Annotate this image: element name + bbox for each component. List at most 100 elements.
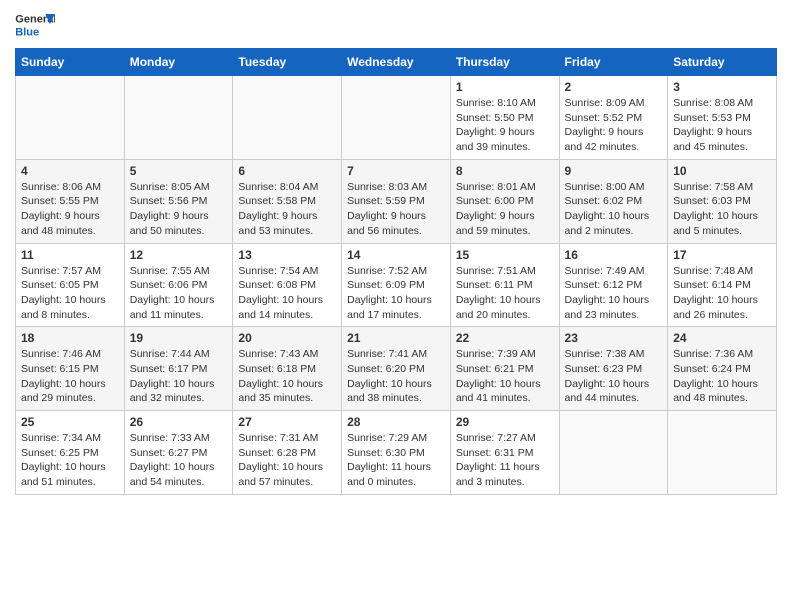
day-number: 12: [130, 248, 228, 262]
day-cell: 5 Sunrise: 8:05 AMSunset: 5:56 PMDaylight…: [124, 159, 233, 243]
day-info: Sunrise: 8:06 AMSunset: 5:55 PMDaylight:…: [21, 180, 119, 239]
day-number: 26: [130, 415, 228, 429]
day-number: 13: [238, 248, 336, 262]
day-number: 28: [347, 415, 445, 429]
day-info: Sunrise: 7:58 AMSunset: 6:03 PMDaylight:…: [673, 180, 771, 239]
day-cell: [559, 411, 668, 495]
day-number: 18: [21, 331, 119, 345]
day-info: Sunrise: 7:44 AMSunset: 6:17 PMDaylight:…: [130, 347, 228, 406]
day-number: 3: [673, 80, 771, 94]
week-row-5: 25 Sunrise: 7:34 AMSunset: 6:25 PMDayligh…: [16, 411, 777, 495]
day-info: Sunrise: 7:48 AMSunset: 6:14 PMDaylight:…: [673, 264, 771, 323]
day-cell: [16, 76, 125, 160]
header-saturday: Saturday: [668, 49, 777, 76]
day-info: Sunrise: 7:54 AMSunset: 6:08 PMDaylight:…: [238, 264, 336, 323]
day-cell: [342, 76, 451, 160]
day-info: Sunrise: 7:51 AMSunset: 6:11 PMDaylight:…: [456, 264, 554, 323]
day-cell: 25 Sunrise: 7:34 AMSunset: 6:25 PMDayligh…: [16, 411, 125, 495]
day-info: Sunrise: 7:41 AMSunset: 6:20 PMDaylight:…: [347, 347, 445, 406]
day-cell: 20 Sunrise: 7:43 AMSunset: 6:18 PMDayligh…: [233, 327, 342, 411]
header-tuesday: Tuesday: [233, 49, 342, 76]
day-number: 29: [456, 415, 554, 429]
day-number: 25: [21, 415, 119, 429]
day-cell: 3 Sunrise: 8:08 AMSunset: 5:53 PMDaylight…: [668, 76, 777, 160]
day-number: 24: [673, 331, 771, 345]
day-info: Sunrise: 7:57 AMSunset: 6:05 PMDaylight:…: [21, 264, 119, 323]
day-cell: 14 Sunrise: 7:52 AMSunset: 6:09 PMDayligh…: [342, 243, 451, 327]
week-row-2: 4 Sunrise: 8:06 AMSunset: 5:55 PMDaylight…: [16, 159, 777, 243]
day-number: 27: [238, 415, 336, 429]
day-info: Sunrise: 7:29 AMSunset: 6:30 PMDaylight:…: [347, 431, 445, 490]
header-monday: Monday: [124, 49, 233, 76]
day-number: 10: [673, 164, 771, 178]
day-info: Sunrise: 8:00 AMSunset: 6:02 PMDaylight:…: [565, 180, 663, 239]
header-thursday: Thursday: [450, 49, 559, 76]
day-number: 5: [130, 164, 228, 178]
header-wednesday: Wednesday: [342, 49, 451, 76]
header-friday: Friday: [559, 49, 668, 76]
day-info: Sunrise: 7:46 AMSunset: 6:15 PMDaylight:…: [21, 347, 119, 406]
day-number: 17: [673, 248, 771, 262]
day-number: 4: [21, 164, 119, 178]
day-info: Sunrise: 8:10 AMSunset: 5:50 PMDaylight:…: [456, 96, 554, 155]
week-row-4: 18 Sunrise: 7:46 AMSunset: 6:15 PMDayligh…: [16, 327, 777, 411]
day-number: 7: [347, 164, 445, 178]
day-cell: 4 Sunrise: 8:06 AMSunset: 5:55 PMDaylight…: [16, 159, 125, 243]
day-info: Sunrise: 7:52 AMSunset: 6:09 PMDaylight:…: [347, 264, 445, 323]
day-cell: [233, 76, 342, 160]
day-cell: 9 Sunrise: 8:00 AMSunset: 6:02 PMDaylight…: [559, 159, 668, 243]
day-info: Sunrise: 8:04 AMSunset: 5:58 PMDaylight:…: [238, 180, 336, 239]
day-cell: 10 Sunrise: 7:58 AMSunset: 6:03 PMDayligh…: [668, 159, 777, 243]
day-info: Sunrise: 8:09 AMSunset: 5:52 PMDaylight:…: [565, 96, 663, 155]
day-info: Sunrise: 7:39 AMSunset: 6:21 PMDaylight:…: [456, 347, 554, 406]
day-cell: 15Sunrise: 7:51 AMSunset: 6:11 PMDayligh…: [450, 243, 559, 327]
day-info: Sunrise: 8:05 AMSunset: 5:56 PMDaylight:…: [130, 180, 228, 239]
day-cell: 19 Sunrise: 7:44 AMSunset: 6:17 PMDayligh…: [124, 327, 233, 411]
day-cell: 18 Sunrise: 7:46 AMSunset: 6:15 PMDayligh…: [16, 327, 125, 411]
day-info: Sunrise: 7:49 AMSunset: 6:12 PMDaylight:…: [565, 264, 663, 323]
day-cell: 23 Sunrise: 7:38 AMSunset: 6:23 PMDayligh…: [559, 327, 668, 411]
day-info: Sunrise: 7:34 AMSunset: 6:25 PMDaylight:…: [21, 431, 119, 490]
day-cell: [124, 76, 233, 160]
day-cell: 28 Sunrise: 7:29 AMSunset: 6:30 PMDayligh…: [342, 411, 451, 495]
day-info: Sunrise: 7:27 AMSunset: 6:31 PMDaylight:…: [456, 431, 554, 490]
calendar-table: SundayMondayTuesdayWednesdayThursdayFrid…: [15, 48, 777, 495]
day-number: 9: [565, 164, 663, 178]
page-header: General Blue: [15, 10, 777, 40]
day-info: Sunrise: 7:38 AMSunset: 6:23 PMDaylight:…: [565, 347, 663, 406]
day-number: 16: [565, 248, 663, 262]
day-cell: 6Sunrise: 8:04 AMSunset: 5:58 PMDaylight…: [233, 159, 342, 243]
day-info: Sunrise: 7:33 AMSunset: 6:27 PMDaylight:…: [130, 431, 228, 490]
day-cell: 22 Sunrise: 7:39 AMSunset: 6:21 PMDayligh…: [450, 327, 559, 411]
day-info: Sunrise: 8:08 AMSunset: 5:53 PMDaylight:…: [673, 96, 771, 155]
day-number: 19: [130, 331, 228, 345]
day-number: 21: [347, 331, 445, 345]
header-row: SundayMondayTuesdayWednesdayThursdayFrid…: [16, 49, 777, 76]
day-number: 20: [238, 331, 336, 345]
day-cell: 2Sunrise: 8:09 AMSunset: 5:52 PMDaylight…: [559, 76, 668, 160]
day-info: Sunrise: 8:03 AMSunset: 5:59 PMDaylight:…: [347, 180, 445, 239]
header-sunday: Sunday: [16, 49, 125, 76]
svg-text:Blue: Blue: [15, 26, 39, 38]
logo: General Blue: [15, 10, 57, 40]
day-number: 22: [456, 331, 554, 345]
day-cell: 1 Sunrise: 8:10 AMSunset: 5:50 PMDaylight…: [450, 76, 559, 160]
day-cell: 12 Sunrise: 7:55 AMSunset: 6:06 PMDayligh…: [124, 243, 233, 327]
day-cell: 11Sunrise: 7:57 AMSunset: 6:05 PMDayligh…: [16, 243, 125, 327]
day-info: Sunrise: 7:43 AMSunset: 6:18 PMDaylight:…: [238, 347, 336, 406]
day-cell: 21 Sunrise: 7:41 AMSunset: 6:20 PMDayligh…: [342, 327, 451, 411]
day-info: Sunrise: 7:36 AMSunset: 6:24 PMDaylight:…: [673, 347, 771, 406]
day-info: Sunrise: 7:55 AMSunset: 6:06 PMDaylight:…: [130, 264, 228, 323]
day-cell: 17 Sunrise: 7:48 AMSunset: 6:14 PMDayligh…: [668, 243, 777, 327]
day-cell: 16 Sunrise: 7:49 AMSunset: 6:12 PMDayligh…: [559, 243, 668, 327]
day-cell: [668, 411, 777, 495]
logo-icon: General Blue: [15, 10, 55, 40]
day-cell: 26 Sunrise: 7:33 AMSunset: 6:27 PMDayligh…: [124, 411, 233, 495]
day-cell: 29 Sunrise: 7:27 AMSunset: 6:31 PMDayligh…: [450, 411, 559, 495]
day-number: 23: [565, 331, 663, 345]
day-number: 1: [456, 80, 554, 94]
day-info: Sunrise: 8:01 AMSunset: 6:00 PMDaylight:…: [456, 180, 554, 239]
day-number: 14: [347, 248, 445, 262]
week-row-1: 1 Sunrise: 8:10 AMSunset: 5:50 PMDaylight…: [16, 76, 777, 160]
day-info: Sunrise: 7:31 AMSunset: 6:28 PMDaylight:…: [238, 431, 336, 490]
